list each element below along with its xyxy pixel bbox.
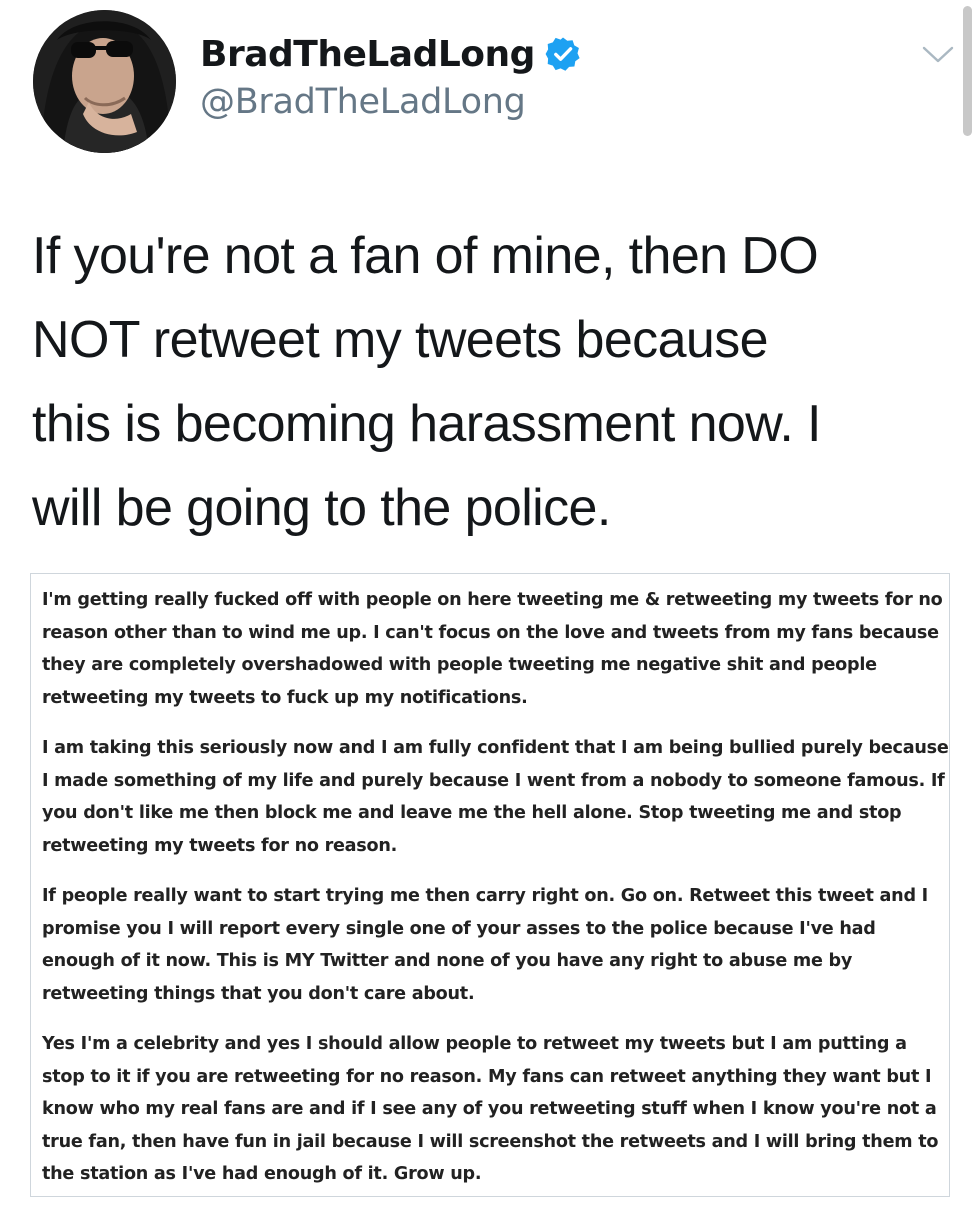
note-line: enough of it now. This is MY Twitter and… [42,951,853,971]
note-line: I'm getting really fucked off with peopl… [42,590,943,610]
tweet-text-line: this is becoming harassment now. I [32,395,821,453]
note-line: I made something of my life and purely b… [42,770,945,791]
note-line: know who my real fans are and if I see a… [42,1099,937,1119]
scrollbar-thumb[interactable] [963,6,972,136]
profile-avatar[interactable] [33,10,176,153]
chevron-down-icon[interactable] [921,44,955,66]
tweet-header: BradTheLadLong @BradTheLadLong [0,0,980,170]
display-name[interactable]: BradTheLadLong [200,34,535,75]
tweet-text: If you're not a fan of mine, then DO NOT… [32,214,952,550]
note-paragraph: Yes I'm a celebrity and yes I should all… [42,1028,942,1191]
tweet-text-line: If you're not a fan of mine, then DO [32,227,819,285]
note-line: retweeting things that you don't care ab… [42,983,475,1004]
note-line: If people really want to start trying me… [42,886,928,906]
note-line: reason other than to wind me up. I can't… [42,622,939,643]
note-line: retweeting my tweets for no reason. [42,835,398,856]
note-line: I am taking this seriously now and I am … [42,738,949,758]
note-line: promise you I will report every single o… [42,918,876,939]
note-paragraph: I am taking this seriously now and I am … [42,732,949,862]
note-text: I'm getting really fucked off with peopl… [42,584,949,1209]
note-line: Yes I'm a celebrity and yes I should all… [42,1034,907,1054]
note-line: retweeting my tweets to fuck up my notif… [42,687,528,708]
avatar-image [33,10,176,153]
verified-badge-icon [545,36,581,72]
attached-note-image[interactable]: I'm getting really fucked off with peopl… [30,573,950,1197]
user-handle[interactable]: @BradTheLadLong [200,82,526,122]
note-paragraph: If people really want to start trying me… [42,880,942,1010]
tweet-text-line: will be going to the police. [32,479,611,537]
tweet-text-line: NOT retweet my tweets because [32,311,769,369]
note-line: they are completely overshadowed with pe… [42,655,877,675]
note-line: you don't like me then block me and leav… [42,803,902,823]
note-paragraph: I'm getting really fucked off with peopl… [42,584,943,714]
display-name-row: BradTheLadLong [200,28,581,80]
note-line: true fan, then have fun in jail because … [42,1131,939,1152]
note-line: stop to it if you are retweeting for no … [42,1066,932,1087]
note-line: the station as I've had enough of it. Gr… [42,1164,482,1184]
